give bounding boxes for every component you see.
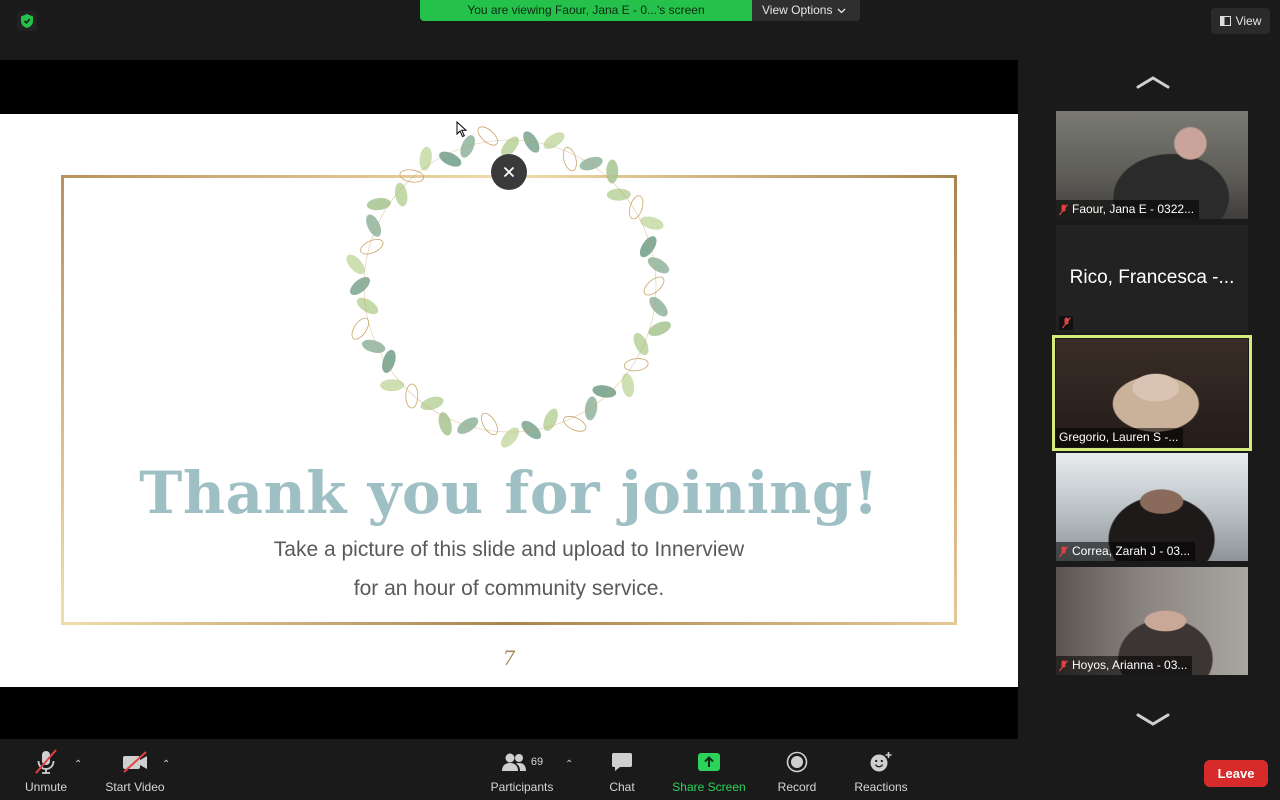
meeting-toolbar: Unmute ⌃ Start Video ⌃ 69 Participants ⌃… <box>0 747 1280 800</box>
scroll-down-chevron-icon[interactable] <box>1136 710 1170 730</box>
view-options-button[interactable]: View Options <box>752 0 860 21</box>
participants-icon-group: 69 <box>501 747 543 777</box>
view-options-label: View Options <box>762 3 833 17</box>
slide-title: Thank you for joining! <box>139 459 879 527</box>
start-video-button[interactable]: Start Video <box>100 747 170 800</box>
record-button[interactable]: Record <box>774 747 820 800</box>
record-label: Record <box>777 780 817 794</box>
participants-label: Participants <box>490 780 554 794</box>
unmute-button[interactable]: Unmute <box>22 747 70 800</box>
participants-icon <box>501 753 526 771</box>
video-options-caret-icon[interactable]: ⌃ <box>162 759 170 770</box>
participant-tile[interactable]: Rico, Francesca -... <box>1056 225 1248 333</box>
muted-mic-icon <box>1059 316 1073 330</box>
slide-page-number: 7 <box>502 646 516 670</box>
record-icon <box>786 747 808 777</box>
mouse-pointer-icon <box>456 121 468 138</box>
participants-button[interactable]: 69 Participants <box>485 747 559 800</box>
chevron-down-icon <box>838 8 846 13</box>
video-off-icon <box>121 747 149 777</box>
muted-microphone-icon <box>34 747 58 777</box>
participant-count: 69 <box>530 756 544 768</box>
layout-icon <box>1219 16 1231 26</box>
audio-options-caret-icon[interactable]: ⌃ <box>74 759 82 770</box>
participant-tile-active-speaker[interactable]: Gregorio, Lauren S -... <box>1052 335 1252 451</box>
muted-mic-icon <box>1059 659 1068 671</box>
participant-name-placeholder: Rico, Francesca -... <box>1069 267 1235 288</box>
participant-tile[interactable]: Hoyos, Arianna - 03... <box>1056 567 1248 675</box>
muted-mic-icon <box>1059 545 1068 557</box>
viewing-screen-text: You are viewing Faour, Jana E - 0...'s s… <box>420 0 752 21</box>
participants-options-caret-icon[interactable]: ⌃ <box>565 759 573 770</box>
participant-name-label: Correa, Zarah J - 03... <box>1056 542 1196 561</box>
security-shield-icon[interactable] <box>17 11 37 31</box>
participant-tile[interactable]: Correa, Zarah J - 03... <box>1056 453 1248 561</box>
close-icon[interactable] <box>491 154 527 190</box>
unmute-label: Unmute <box>24 780 68 794</box>
start-video-label: Start Video <box>105 780 165 794</box>
slide-subtitle-line1: Take a picture of this slide and upload … <box>273 538 745 561</box>
chat-bubble-icon <box>611 747 633 777</box>
muted-mic-icon <box>1059 203 1068 215</box>
chat-button[interactable]: Chat <box>602 747 642 800</box>
scroll-up-chevron-icon[interactable] <box>1136 72 1170 92</box>
leave-meeting-button[interactable]: Leave <box>1204 760 1268 787</box>
slide-subtitle-line2: for an hour of community service. <box>353 577 665 600</box>
share-screen-icon <box>697 747 721 777</box>
reactions-label: Reactions <box>854 780 908 794</box>
participant-tile[interactable]: Faour, Jana E - 0322... <box>1056 111 1248 219</box>
view-label: View <box>1235 14 1262 28</box>
reactions-button[interactable]: Reactions <box>851 747 911 800</box>
top-bar: You are viewing Faour, Jana E - 0...'s s… <box>0 0 1280 60</box>
presentation-slide: Thank you for joining! Take a picture of… <box>0 114 1018 687</box>
screen-share-banner: You are viewing Faour, Jana E - 0...'s s… <box>420 0 860 21</box>
participant-gallery: Faour, Jana E - 0322... Rico, Francesca … <box>1018 60 1280 739</box>
participant-name-label: Gregorio, Lauren S -... <box>1056 428 1184 447</box>
share-screen-label: Share Screen <box>672 780 746 794</box>
share-screen-button[interactable]: Share Screen <box>669 747 749 800</box>
reactions-smiley-icon <box>869 747 893 777</box>
participant-name-label: Faour, Jana E - 0322... <box>1056 200 1200 219</box>
chat-label: Chat <box>609 780 635 794</box>
shared-screen: Thank you for joining! Take a picture of… <box>0 60 1018 739</box>
view-layout-button[interactable]: View <box>1211 8 1270 34</box>
participant-name-label: Hoyos, Arianna - 03... <box>1056 656 1193 675</box>
